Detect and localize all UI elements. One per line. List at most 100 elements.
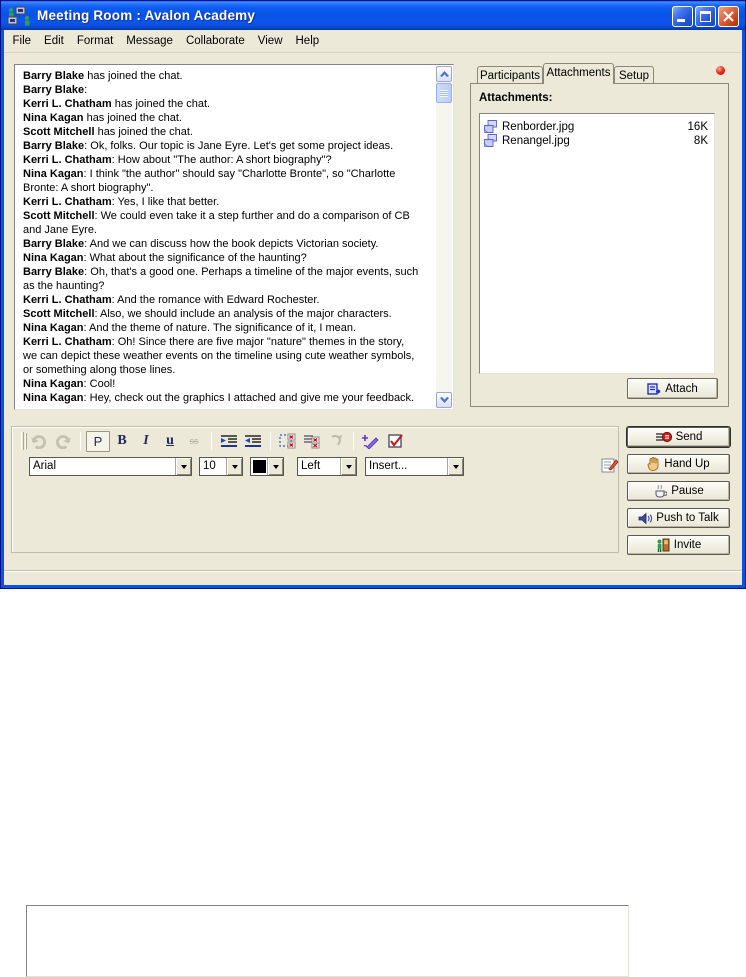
chat-log[interactable]: Barry Blake has joined the chat.Barry Bl… bbox=[14, 64, 454, 410]
send-icon bbox=[655, 431, 672, 443]
font-family-select[interactable]: Arial bbox=[29, 457, 192, 476]
tab-participants[interactable]: Participants bbox=[477, 66, 543, 84]
insert-select[interactable]: Insert... bbox=[365, 457, 464, 476]
menu-format[interactable]: Format bbox=[70, 32, 119, 50]
send-button[interactable]: Send bbox=[627, 427, 730, 447]
menu-message[interactable]: Message bbox=[120, 32, 180, 50]
chat-message: Nina Kagan: And the theme of nature. The… bbox=[23, 321, 427, 335]
decrease-indent-icon[interactable] bbox=[241, 431, 265, 451]
tab-setup[interactable]: Setup bbox=[614, 66, 654, 84]
invite-button[interactable]: Invite bbox=[627, 535, 730, 555]
chat-message: Kerri L. Chatham: Oh! Since there are fi… bbox=[23, 335, 427, 377]
edit-note-icon[interactable] bbox=[601, 457, 619, 479]
chat-message: Scott Mitchell: We could even take it a … bbox=[23, 209, 427, 237]
scroll-up-button[interactable] bbox=[436, 66, 452, 82]
strike-label: ss bbox=[190, 436, 199, 446]
toolbar-grip[interactable] bbox=[21, 432, 24, 450]
alignment-dropdown-icon[interactable] bbox=[340, 458, 356, 475]
font-family-value: Arial bbox=[33, 460, 56, 472]
chat-message: Nina Kagan: Cool! bbox=[23, 377, 427, 391]
menu-file[interactable]: File bbox=[6, 32, 38, 50]
chat-message: Nina Kagan: What about the significance … bbox=[23, 251, 427, 265]
scroll-down-button[interactable] bbox=[436, 392, 452, 408]
bold-button[interactable]: B bbox=[110, 431, 134, 451]
push-to-talk-button[interactable]: Push to Talk bbox=[627, 508, 730, 528]
chat-message: Nina Kagan: Hey, check out the graphics … bbox=[23, 391, 427, 405]
message-input[interactable] bbox=[26, 905, 629, 977]
app-icon bbox=[7, 6, 33, 26]
font-toolbar-row: Arial 10 Left Insert... bbox=[13, 457, 617, 479]
paste-disabled-icon[interactable] bbox=[324, 431, 348, 451]
font-family-dropdown-icon[interactable] bbox=[175, 458, 191, 475]
font-color-select[interactable] bbox=[250, 457, 284, 476]
scroll-thumb[interactable] bbox=[436, 83, 452, 103]
minimize-button[interactable] bbox=[672, 6, 693, 27]
font-color-swatch bbox=[253, 460, 266, 473]
underline-button[interactable]: u bbox=[158, 431, 182, 451]
file-size: 16K bbox=[688, 121, 708, 133]
add-annotation-icon[interactable] bbox=[359, 431, 383, 451]
chat-message: Kerri L. Chatham has joined the chat. bbox=[23, 97, 427, 111]
chat-scrollbar[interactable] bbox=[436, 66, 452, 408]
alignment-select[interactable]: Left bbox=[297, 457, 357, 476]
pause-button[interactable]: Pause bbox=[627, 481, 730, 501]
increase-indent-icon[interactable] bbox=[217, 431, 241, 451]
font-color-dropdown-icon[interactable] bbox=[267, 458, 283, 475]
undo-icon[interactable] bbox=[27, 431, 51, 451]
plain-label: P bbox=[94, 434, 103, 449]
attachments-label: Attachments: bbox=[479, 92, 552, 104]
chat-message: Barry Blake has joined the chat. bbox=[23, 69, 427, 83]
chat-message: Kerri L. Chatham: How about "The author:… bbox=[23, 153, 427, 167]
plain-text-button[interactable]: P bbox=[86, 431, 110, 452]
title-bar: Meeting Room : Avalon Academy bbox=[1, 1, 745, 30]
chat-messages: Barry Blake has joined the chat.Barry Bl… bbox=[15, 65, 437, 409]
menu-help[interactable]: Help bbox=[289, 32, 326, 50]
strikethrough-button[interactable]: ss bbox=[182, 431, 206, 451]
chat-message: Barry Blake: bbox=[23, 83, 427, 97]
hand-up-button[interactable]: Hand Up bbox=[627, 454, 730, 474]
bold-label: B bbox=[117, 433, 126, 449]
window-title: Meeting Room : Avalon Academy bbox=[37, 8, 255, 23]
attachment-item[interactable]: Renborder.jpg16K bbox=[480, 120, 714, 134]
attachments-list[interactable]: Renborder.jpg16KRenangel.jpg8K bbox=[479, 113, 715, 374]
file-name: Renangel.jpg bbox=[502, 135, 694, 147]
file-size: 8K bbox=[694, 135, 708, 147]
spellcheck-icon[interactable] bbox=[383, 431, 407, 451]
attach-icon bbox=[647, 383, 661, 395]
hand-up-label: Hand Up bbox=[664, 458, 709, 470]
file-icon bbox=[483, 134, 498, 148]
meeting-room-window: Meeting Room : Avalon Academy FileEditFo… bbox=[0, 0, 746, 589]
redo-icon[interactable] bbox=[51, 431, 75, 451]
chat-message: Nina Kagan has joined the chat. bbox=[23, 111, 427, 125]
menu-view[interactable]: View bbox=[251, 32, 289, 50]
menu-edit[interactable]: Edit bbox=[38, 32, 71, 50]
delete-selection-icon[interactable] bbox=[276, 431, 300, 451]
push-to-talk-label: Push to Talk bbox=[656, 512, 718, 524]
speaker-icon bbox=[638, 512, 652, 525]
chat-message: Scott Mitchell: Also, we should include … bbox=[23, 307, 427, 321]
delete-lines-icon[interactable] bbox=[300, 431, 324, 451]
font-size-dropdown-icon[interactable] bbox=[226, 458, 242, 475]
insert-dropdown-icon[interactable] bbox=[447, 458, 463, 475]
compose-toolbar: P B I u ss bbox=[11, 426, 619, 553]
menu-bar: FileEditFormatMessageCollaborateViewHelp bbox=[4, 30, 742, 53]
menu-collaborate[interactable]: Collaborate bbox=[179, 32, 251, 50]
attach-button[interactable]: Attach bbox=[627, 378, 718, 399]
underline-label: u bbox=[166, 433, 174, 449]
font-size-select[interactable]: 10 bbox=[199, 457, 243, 476]
format-toolbar-row: P B I u ss bbox=[13, 429, 617, 453]
chat-message: Kerri L. Chatham: Yes, I like that bette… bbox=[23, 195, 427, 209]
chat-message: Barry Blake: Oh, that's a good one. Perh… bbox=[23, 265, 427, 293]
maximize-button[interactable] bbox=[695, 6, 716, 27]
chat-message: Barry Blake: And we can discuss how the … bbox=[23, 237, 427, 251]
chat-message: Kerri L. Chatham: And the romance with E… bbox=[23, 293, 427, 307]
attach-button-label: Attach bbox=[665, 383, 698, 395]
invite-icon bbox=[656, 538, 670, 553]
font-size-value: 10 bbox=[203, 460, 216, 472]
attachment-item[interactable]: Renangel.jpg8K bbox=[480, 134, 714, 148]
invite-label: Invite bbox=[674, 539, 702, 551]
close-button[interactable] bbox=[718, 6, 739, 27]
tab-attachments[interactable]: Attachments bbox=[543, 63, 614, 84]
italic-button[interactable]: I bbox=[134, 431, 158, 451]
file-name: Renborder.jpg bbox=[502, 121, 688, 133]
